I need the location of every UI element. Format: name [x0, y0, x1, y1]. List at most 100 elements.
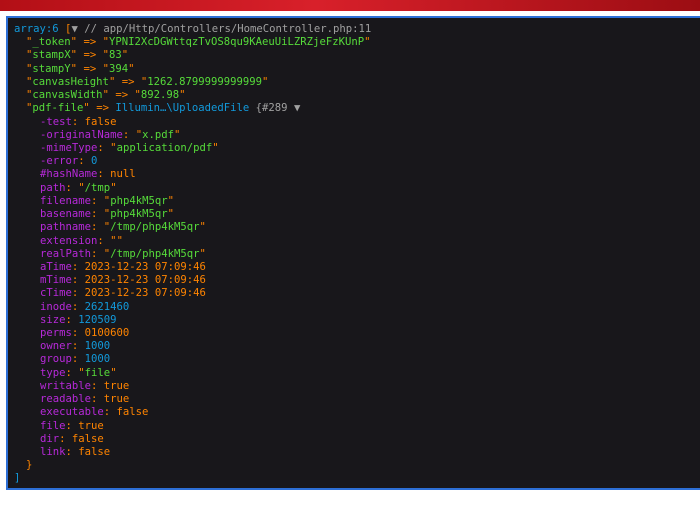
object-property: -mimeType: "application/pdf": [40, 141, 219, 154]
property-name: readable: [40, 393, 92, 406]
object-property: -originalName: "x.pdf": [40, 128, 181, 141]
entry-key: canvasWidth: [32, 89, 103, 102]
object-private-properties: -test: false -originalName: "x.pdf" -mimeT…: [14, 116, 700, 182]
object-property: perms: 0100600: [40, 327, 130, 340]
object-property: executable: false: [40, 406, 149, 419]
property-value: x.pdf: [142, 128, 174, 141]
object-property: file: true: [40, 419, 104, 432]
object-property: inode: 2621460: [40, 300, 130, 313]
property-name: -error: [40, 155, 79, 168]
property-value: true: [103, 393, 130, 406]
entry-key: _token: [32, 36, 71, 49]
object-property: cTime: 2023-12-23 07:09:46: [40, 287, 206, 300]
object-properties: path: "/tmp" filename: "php4kM5qr" basenam…: [14, 182, 700, 460]
array-entry: "stampY" => "394": [26, 62, 135, 75]
array-entry: "canvasWidth" => "892.98": [26, 89, 186, 102]
entry-key: canvasHeight: [32, 75, 109, 88]
object-property: #hashName: null: [40, 168, 136, 181]
object-property: group: 1000: [40, 353, 111, 366]
property-value: php4kM5qr: [110, 194, 168, 207]
entry-value: 892.98: [140, 89, 180, 102]
object-toggle-icon[interactable]: ▼: [294, 102, 300, 114]
property-name: basename: [40, 208, 92, 221]
entry-key: pdf-file: [32, 102, 84, 115]
property-name: filename: [40, 194, 92, 207]
property-value: false: [84, 115, 117, 128]
object-close-brace: }: [26, 459, 33, 472]
property-value: 2023-12-23 07:09:46: [84, 274, 206, 287]
array-close-bracket: ]: [14, 472, 21, 485]
property-value: 1000: [84, 353, 111, 366]
entry-value: YPNI2XcDGWttqzTvOS8qu9KAeuUiLZRZjeFzKUnP: [108, 36, 365, 49]
property-name: group: [40, 353, 72, 366]
property-value: /tmp/php4kM5qr: [110, 247, 200, 260]
array-entry: "stampX" => "83": [26, 49, 129, 62]
object-property: mTime: 2023-12-23 07:09:46: [40, 274, 206, 287]
object-property: readable: true: [40, 393, 130, 406]
property-value: /tmp: [84, 181, 111, 194]
property-name: #hashName: [40, 168, 98, 181]
property-value: true: [103, 379, 130, 392]
property-value: false: [116, 406, 149, 419]
property-value: 0100600: [84, 327, 130, 340]
property-name: owner: [40, 340, 72, 353]
pdf-file-entry: "pdf-file" => Illumin…\UploadedFile {#28…: [26, 102, 301, 115]
property-value: file: [84, 366, 111, 379]
entry-value: 394: [108, 62, 129, 75]
object-property: -error: 0: [40, 155, 98, 168]
top-banner: [0, 0, 700, 11]
source-file-comment: // app/Http/Controllers/HomeController.p…: [84, 23, 372, 35]
property-name: cTime: [40, 287, 72, 300]
property-name: aTime: [40, 260, 72, 273]
array-label: array:6: [14, 23, 59, 35]
var-dump-panel: array:6 [▼ // app/Http/Controllers/HomeC…: [6, 16, 700, 490]
object-ref: {#289: [255, 102, 288, 115]
property-value: /tmp/php4kM5qr: [110, 221, 200, 234]
object-property: -test: false: [40, 115, 117, 128]
object-property: type: "file": [40, 366, 117, 379]
property-name: dir: [40, 432, 60, 445]
object-property: writable: true: [40, 379, 130, 392]
dump-header: array:6 [▼ // app/Http/Controllers/HomeC…: [14, 23, 700, 36]
object-property: link: false: [40, 446, 111, 458]
array-entries: "_token" => "YPNI2XcDGWttqzTvOS8qu9KAeuU…: [14, 36, 700, 102]
property-name: path: [40, 181, 66, 194]
object-property: basename: "php4kM5qr": [40, 208, 174, 221]
property-value: true: [78, 419, 104, 432]
array-entry: "_token" => "YPNI2XcDGWttqzTvOS8qu9KAeuU…: [26, 36, 371, 49]
property-name: realPath: [40, 247, 92, 260]
entry-value: 1262.8799999999999: [147, 75, 263, 88]
property-name: file: [40, 419, 66, 432]
property-value: 2023-12-23 07:09:46: [84, 287, 206, 300]
property-value: 2023-12-23 07:09:46: [84, 260, 206, 273]
object-property: extension: "": [40, 234, 123, 247]
property-name: writable: [40, 379, 92, 392]
object-property: path: "/tmp": [40, 181, 117, 194]
property-value: false: [78, 446, 111, 458]
property-name: pathname: [40, 221, 92, 234]
property-value: 1000: [84, 340, 111, 353]
object-property: aTime: 2023-12-23 07:09:46: [40, 260, 206, 273]
property-name: link: [40, 446, 66, 458]
object-property: dir: false: [40, 432, 104, 445]
property-name: executable: [40, 406, 104, 419]
entry-value: 83: [108, 49, 122, 62]
object-property: filename: "php4kM5qr": [40, 194, 174, 207]
property-name: mTime: [40, 274, 72, 287]
object-class[interactable]: Illumin…\UploadedFile: [115, 102, 249, 114]
property-name: inode: [40, 300, 72, 313]
object-property: pathname: "/tmp/php4kM5qr": [40, 221, 206, 234]
property-name: -originalName: [40, 128, 123, 141]
collapse-toggle-icon[interactable]: ▼: [71, 23, 77, 35]
property-value: null: [110, 168, 136, 181]
property-name: extension: [40, 234, 98, 247]
object-property: owner: 1000: [40, 340, 111, 353]
entry-key: stampY: [32, 62, 71, 75]
property-name: -test: [40, 115, 72, 128]
property-value: php4kM5qr: [110, 208, 168, 221]
entry-key: stampX: [32, 49, 71, 62]
property-value: 0: [91, 155, 98, 168]
property-value: 2621460: [84, 300, 130, 313]
property-value: application/pdf: [116, 141, 213, 154]
object-property: realPath: "/tmp/php4kM5qr": [40, 247, 206, 260]
